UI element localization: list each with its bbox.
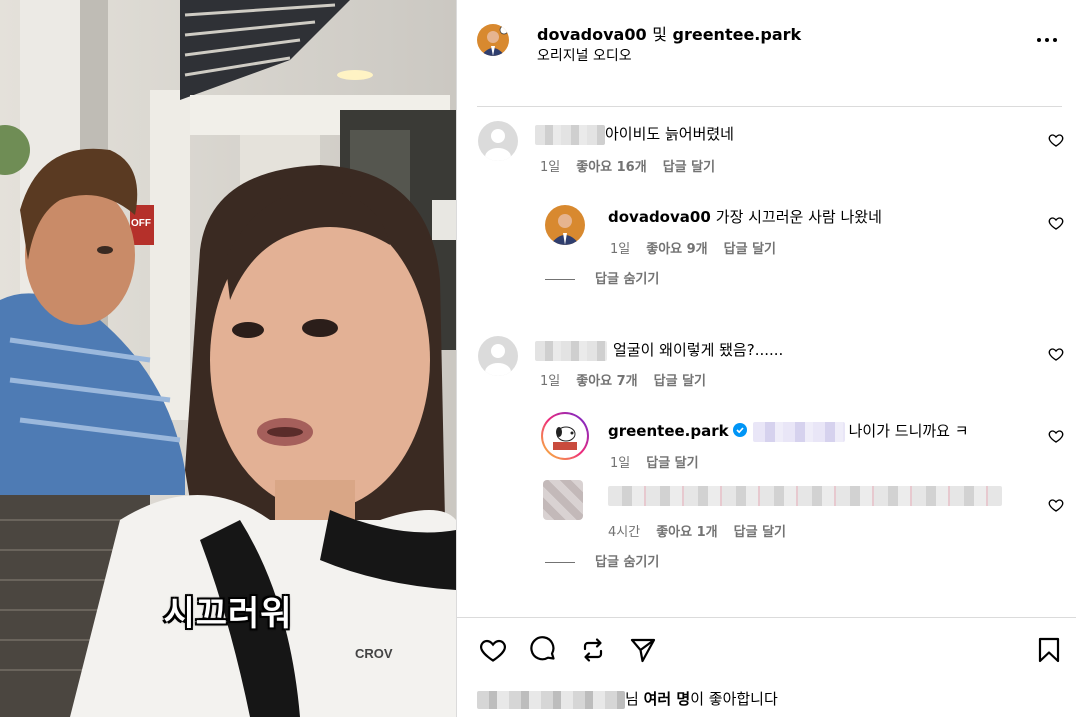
- hide-replies-label: 답글 숨기기: [595, 555, 660, 570]
- reply-text-1: dovadova00 가장 시끄러운 사람 나왔네: [608, 206, 882, 227]
- send-icon[interactable]: [629, 636, 657, 664]
- profile-avatar: [477, 24, 509, 56]
- comment-icon[interactable]: [529, 636, 557, 664]
- hide-replies-button[interactable]: 답글 숨기기: [545, 551, 659, 570]
- blurred-liker[interactable]: [477, 690, 625, 709]
- reply-meta-2: 1일 답글 달기: [610, 452, 715, 471]
- like-comment-heart-icon[interactable]: [1048, 428, 1064, 444]
- hide-replies-label: 답글 숨기기: [595, 272, 660, 287]
- reply-body: 가장 시끄러운 사람 나왔네: [715, 208, 882, 226]
- profile-avatar: [545, 205, 585, 245]
- reply-button[interactable]: 답글 달기: [654, 374, 706, 389]
- author-link-1[interactable]: dovadova00: [537, 25, 647, 44]
- reply-author[interactable]: greentee.park: [608, 422, 729, 440]
- reply-time: 1일: [610, 242, 631, 257]
- comment-avatar[interactable]: [478, 121, 518, 161]
- author-link-2[interactable]: greentee.park: [673, 25, 802, 44]
- reply-button[interactable]: 답글 달기: [646, 456, 698, 471]
- liked-by-others-link[interactable]: 여러 명: [644, 690, 691, 708]
- liked-by-text: 님 여러 명이 좋아합니다: [477, 688, 778, 709]
- blurred-comment[interactable]: [608, 486, 1002, 506]
- video-frame[interactable]: OFF CROV 시끄러워: [0, 0, 456, 717]
- blurred-username[interactable]: [535, 124, 605, 145]
- sign-text: OFF: [131, 218, 151, 229]
- bookmark-icon[interactable]: [1035, 636, 1063, 664]
- comment-time: 1일: [540, 160, 561, 175]
- comment-text-2: 얼굴이 왜이렇게 됐음?......: [535, 339, 783, 361]
- heart-icon[interactable]: [479, 636, 507, 664]
- comment-time: 1일: [540, 374, 561, 389]
- comment-meta-1: 1일 좋아요 16개 답글 달기: [540, 156, 731, 175]
- comment-body: 아이비도 늙어버렸네: [605, 125, 734, 143]
- audio-label[interactable]: 오리지널 오디오: [537, 45, 632, 65]
- reply-time: 1일: [610, 456, 631, 471]
- blurred-mention[interactable]: [752, 421, 845, 442]
- hide-replies-button[interactable]: 답글 숨기기: [545, 268, 659, 287]
- author-conjunction: 및: [652, 25, 667, 44]
- comment-body: 얼굴이 왜이렇게 됐음?......: [613, 341, 784, 359]
- reply-likes-button[interactable]: 좋아요 9개: [646, 242, 707, 257]
- comment-likes-button[interactable]: 좋아요 16개: [576, 160, 646, 175]
- shirt-logo-text: CROV: [355, 646, 393, 661]
- reply-text-2: greentee.park 나이가 드니까요 ㅋ: [608, 420, 969, 442]
- reply-author[interactable]: dovadova00: [608, 208, 711, 226]
- like-comment-heart-icon[interactable]: [1048, 497, 1064, 513]
- snoopy-avatar-icon: [543, 414, 587, 458]
- reply-button[interactable]: 답글 달기: [663, 160, 715, 175]
- reply-avatar[interactable]: [545, 205, 585, 245]
- like-comment-heart-icon[interactable]: [1048, 132, 1064, 148]
- header-avatar[interactable]: [477, 24, 509, 56]
- post-authors: dovadova00 및 greentee.park: [537, 21, 801, 45]
- hide-replies-line: [545, 562, 575, 563]
- reply-likes-button[interactable]: 좋아요 1개: [656, 525, 717, 540]
- blurred-avatar[interactable]: [543, 480, 583, 520]
- video-caption: 시끄러워: [163, 594, 293, 634]
- header-divider: [477, 106, 1062, 107]
- reply-meta-1: 1일 좋아요 9개 답글 달기: [610, 238, 792, 257]
- like-comment-heart-icon[interactable]: [1048, 215, 1064, 231]
- reply-time: 4시간: [608, 525, 641, 540]
- liked-by-suffix: 님: [625, 690, 639, 708]
- reply-meta-3: 4시간 좋아요 1개 답글 달기: [608, 521, 802, 540]
- comment-text-1: 아이비도 늙어버렸네: [535, 123, 734, 145]
- blurred-username[interactable]: [535, 340, 607, 361]
- reply-body: 나이가 드니까요 ㅋ: [848, 422, 969, 440]
- more-options-icon[interactable]: [1035, 30, 1059, 50]
- default-user-icon: [478, 121, 518, 161]
- verified-badge-icon: [732, 423, 747, 437]
- comment-meta-2: 1일 좋아요 7개 답글 달기: [540, 370, 722, 389]
- repost-icon[interactable]: [579, 636, 607, 664]
- story-ring-avatar[interactable]: [541, 412, 589, 460]
- comments-panel: dovadova00 및 greentee.park 오리지널 오디오 아이비도…: [457, 0, 1076, 717]
- default-user-icon: [478, 336, 518, 376]
- comment-avatar[interactable]: [478, 336, 518, 376]
- hide-replies-line: [545, 279, 575, 280]
- reply-text-3: [608, 486, 1002, 506]
- actions-divider: [457, 617, 1076, 618]
- reply-button[interactable]: 답글 달기: [734, 525, 786, 540]
- reply-button[interactable]: 답글 달기: [724, 242, 776, 257]
- liked-by-rest: 이 좋아합니다: [690, 690, 778, 708]
- like-comment-heart-icon[interactable]: [1048, 346, 1064, 362]
- comment-likes-button[interactable]: 좋아요 7개: [576, 374, 637, 389]
